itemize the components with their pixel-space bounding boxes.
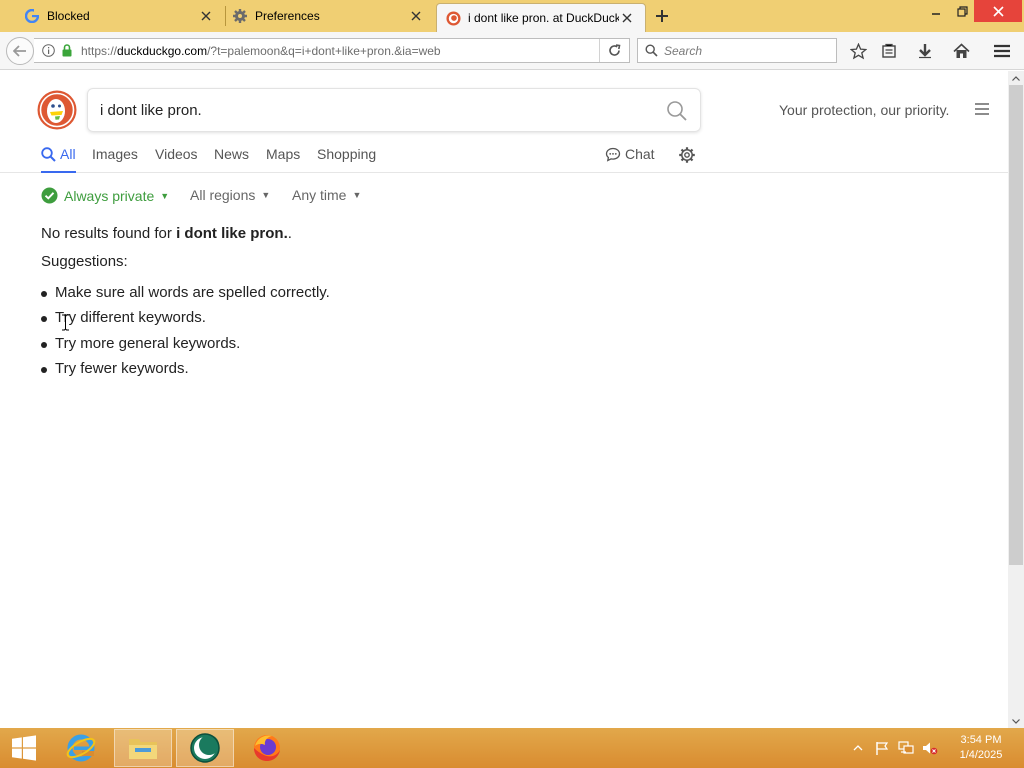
browser-search-bar[interactable] [637, 38, 837, 63]
no-results-query: i dont like pron. [176, 225, 288, 242]
tab-news[interactable]: News [214, 146, 249, 173]
check-circle-icon [41, 187, 58, 207]
suggestions-title: Suggestions: [41, 253, 128, 270]
internet-explorer-icon[interactable] [56, 729, 106, 767]
text-cursor-icon [61, 314, 70, 336]
duckduckgo-icon [445, 10, 461, 26]
google-icon [24, 8, 40, 24]
url-host: duckduckgo.com [117, 43, 208, 58]
reload-button[interactable] [599, 39, 629, 62]
gear-icon [232, 8, 248, 24]
chevron-down-icon: ▼ [352, 190, 362, 200]
tab-chat[interactable]: Chat [605, 146, 655, 173]
taskbar: 3:54 PM 1/4/2025 [0, 728, 1024, 768]
tab-videos[interactable]: Videos [155, 146, 198, 173]
network-icon[interactable] [898, 740, 914, 756]
tab-all-label: All [60, 146, 76, 162]
main-menu-icon[interactable] [992, 41, 1012, 61]
suggestion-item: Try different keywords. [41, 309, 330, 334]
chevron-up-icon[interactable] [850, 740, 866, 756]
flag-icon[interactable] [874, 740, 890, 756]
tab-chat-label: Chat [625, 146, 655, 162]
close-icon[interactable] [619, 10, 635, 26]
downloads-icon[interactable] [915, 41, 935, 61]
filter-region-label: All regions [190, 187, 256, 203]
tab-preferences[interactable]: Preferences [208, 2, 434, 30]
info-icon[interactable] [42, 44, 55, 57]
close-window-button[interactable] [974, 0, 1022, 22]
filter-always-private[interactable]: Always private ▼ [41, 187, 169, 207]
browser-search-input[interactable] [664, 43, 824, 58]
filter-time[interactable]: Any time ▼ [292, 187, 361, 203]
search-type-tabs: All Images Videos News Maps Shopping Cha… [0, 143, 1008, 173]
tab-all[interactable]: All [41, 146, 76, 173]
tab-label: i dont like pron. at DuckDuckGo [468, 11, 619, 25]
file-explorer-icon[interactable] [114, 729, 172, 767]
lock-icon [61, 44, 73, 57]
settings-gear-icon[interactable] [678, 146, 696, 173]
search-icon [41, 147, 56, 165]
chevron-down-icon: ▼ [160, 191, 170, 201]
tab-blocked[interactable]: Blocked [0, 2, 224, 30]
url-path: /?t=palemoon&q=i+dont+like+pron.&ia=web [207, 43, 441, 58]
filter-region[interactable]: All regions ▼ [190, 187, 270, 203]
title-bar: Blocked Preferences i dont like pron. at… [0, 0, 1024, 32]
search-icon[interactable] [666, 100, 688, 122]
new-tab-button[interactable] [652, 6, 672, 26]
chat-bubble-icon [605, 147, 621, 165]
tab-maps[interactable]: Maps [266, 146, 300, 173]
suggestion-item: Try more general keywords. [41, 335, 330, 360]
url-prefix: https:// [81, 43, 118, 58]
protection-tagline[interactable]: Your protection, our priority. [779, 102, 949, 118]
navigation-bar: https://duckduckgo.com/?t=palemoon&q=i+d… [0, 32, 1024, 70]
volume-muted-icon[interactable] [922, 740, 938, 756]
filter-time-label: Any time [292, 187, 347, 203]
tab-images[interactable]: Images [92, 146, 138, 173]
start-button[interactable] [0, 729, 48, 767]
restore-button[interactable] [947, 0, 977, 22]
tab-shopping[interactable]: Shopping [317, 146, 376, 173]
scroll-down-icon[interactable] [1008, 714, 1024, 728]
tab-label: Preferences [255, 9, 320, 23]
firefox-icon[interactable] [244, 729, 290, 767]
tab-label: Blocked [47, 9, 90, 23]
hamburger-menu-icon[interactable] [974, 102, 990, 116]
ddg-search-box[interactable] [87, 88, 701, 132]
suggestions-list: Make sure all words are spelled correctl… [41, 284, 330, 385]
bookmarks-menu-icon[interactable] [879, 41, 899, 61]
back-button[interactable] [6, 37, 34, 65]
bookmark-star-icon[interactable] [848, 41, 868, 61]
tab-duckduckgo[interactable]: i dont like pron. at DuckDuckGo [436, 3, 646, 32]
no-results-prefix: No results found for [41, 225, 177, 242]
page-content: Your protection, our priority. All Image… [0, 71, 1008, 728]
suggestion-item: Make sure all words are spelled correctl… [41, 284, 330, 309]
home-icon[interactable] [951, 41, 971, 61]
search-icon [645, 44, 658, 57]
scrollbar-thumb[interactable] [1009, 85, 1023, 565]
no-results-message: No results found for i dont like pron.. [41, 225, 330, 242]
close-icon[interactable] [408, 8, 424, 24]
chevron-down-icon: ▼ [261, 190, 271, 200]
filter-private-label: Always private [64, 188, 155, 204]
ddg-search-input[interactable] [100, 101, 640, 119]
duckduckgo-logo[interactable] [37, 90, 77, 130]
clock-time: 3:54 PM [960, 734, 1002, 746]
clock-date: 1/4/2025 [959, 749, 1003, 761]
suggestion-item: Try fewer keywords. [41, 360, 330, 385]
pale-moon-icon[interactable] [176, 729, 234, 767]
system-clock[interactable]: 3:54 PM 1/4/2025 [946, 733, 1016, 763]
no-results-suffix: . [287, 225, 292, 242]
url-text[interactable]: https://duckduckgo.com/?t=palemoon&q=i+d… [81, 44, 441, 58]
scroll-up-icon[interactable] [1008, 71, 1024, 85]
no-results-section: No results found for i dont like pron.. … [41, 225, 330, 385]
url-bar[interactable]: https://duckduckgo.com/?t=palemoon&q=i+d… [34, 38, 630, 63]
vertical-scrollbar[interactable] [1008, 71, 1024, 728]
